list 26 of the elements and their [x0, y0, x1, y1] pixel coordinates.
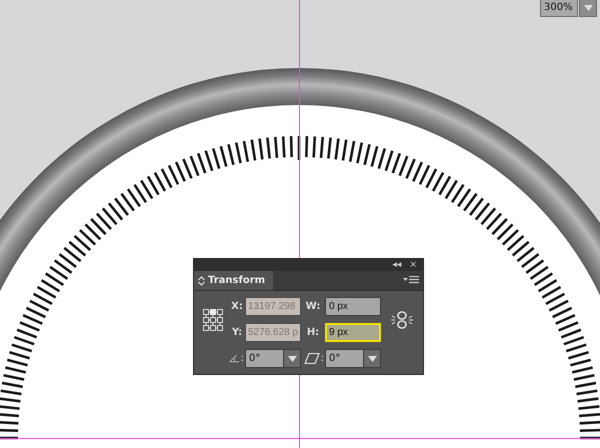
input-field[interactable]: 0° — [245, 349, 284, 368]
link-icon[interactable] — [391, 310, 413, 328]
input-field[interactable]: 9 px — [325, 323, 381, 342]
reference-point-icon[interactable] — [203, 308, 223, 330]
panel-tab[interactable]: Transform — [194, 271, 274, 290]
collapse-button[interactable]: ◂◂ — [389, 259, 404, 271]
field-label: : — [320, 353, 324, 364]
field-label: X: — [231, 301, 243, 312]
field-label: : — [240, 353, 244, 364]
zoom-dropdown-button[interactable] — [579, 0, 597, 17]
caret-icon — [368, 356, 376, 362]
input-field[interactable]: 0° — [325, 349, 364, 368]
dropdown-button[interactable] — [284, 349, 301, 368]
caret-icon — [584, 5, 592, 11]
dropdown-button[interactable] — [364, 349, 381, 368]
input-field[interactable]: 0 px — [325, 297, 381, 316]
caret-icon — [288, 356, 296, 362]
field-label: Y: — [232, 327, 242, 338]
sort-arrows-icon — [198, 276, 205, 286]
field-label: W: — [306, 301, 320, 312]
angle-icon — [229, 353, 240, 364]
shear-icon — [304, 353, 320, 364]
zoom-field[interactable]: 300% — [540, 0, 578, 17]
field-label: H: — [306, 327, 320, 338]
close-button[interactable]: × — [406, 259, 420, 271]
menu-icon[interactable] — [403, 276, 419, 285]
